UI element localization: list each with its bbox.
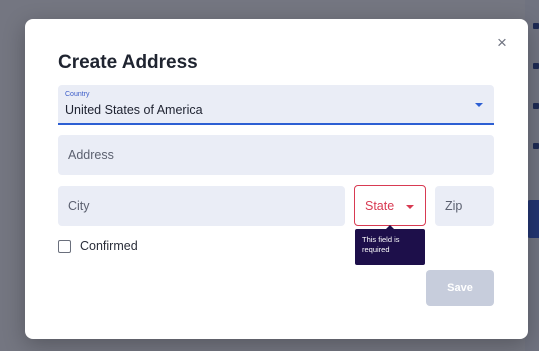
confirmed-checkbox-row[interactable]: Confirmed [58, 238, 138, 254]
tooltip-text: This field is required [362, 235, 400, 254]
zip-input[interactable] [435, 186, 494, 226]
country-select[interactable]: Country United States of America [58, 85, 494, 125]
confirmed-checkbox[interactable] [58, 239, 71, 253]
confirmed-label: Confirmed [80, 239, 138, 253]
state-select[interactable]: State [354, 185, 426, 226]
chevron-down-icon [475, 103, 483, 107]
save-button[interactable]: Save [426, 270, 494, 306]
state-label: State [365, 199, 395, 213]
modal-title: Create Address [58, 52, 198, 73]
state-error-tooltip: This field is required [355, 225, 425, 265]
create-address-modal: × Create Address Country United States o… [25, 19, 528, 339]
chevron-down-icon [406, 205, 414, 209]
address-input[interactable] [58, 135, 494, 175]
close-icon[interactable]: × [495, 34, 509, 51]
country-value: United States of America [65, 103, 203, 117]
city-input[interactable] [58, 186, 345, 226]
tooltip-arrow [386, 225, 394, 229]
country-label: Country [65, 91, 90, 98]
